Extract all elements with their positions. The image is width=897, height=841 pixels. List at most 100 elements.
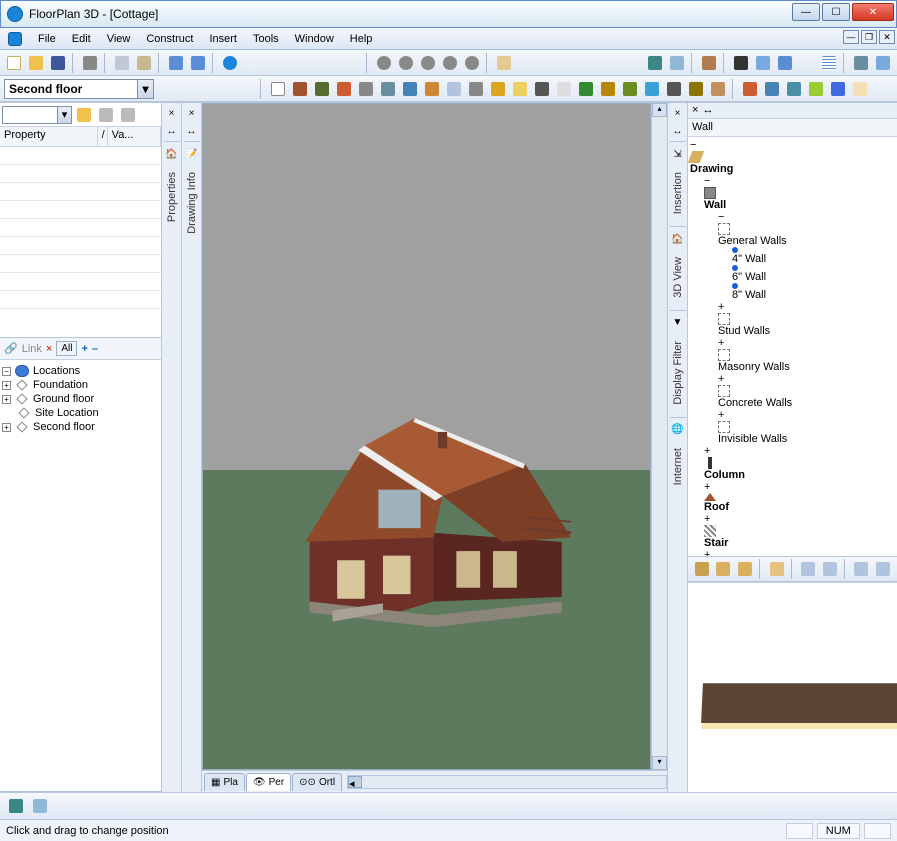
3d-viewport[interactable] xyxy=(202,103,651,770)
tree-roof[interactable]: Roof xyxy=(704,501,729,513)
copy-button[interactable] xyxy=(112,53,132,73)
estimate-button[interactable] xyxy=(850,79,870,99)
mdi-restore-button[interactable]: ❐ xyxy=(861,30,877,44)
expand-toggle[interactable]: + xyxy=(704,445,895,457)
expand-toggle[interactable]: + xyxy=(2,381,11,390)
menu-insert[interactable]: Insert xyxy=(201,31,245,47)
locations-item[interactable]: Ground floor xyxy=(33,393,94,405)
menu-construct[interactable]: Construct xyxy=(138,31,201,47)
expand-toggle[interactable]: + xyxy=(2,423,11,432)
symbol-tool[interactable] xyxy=(598,79,618,99)
zoom-previous-button[interactable] xyxy=(462,53,482,73)
expand-toggle[interactable]: + xyxy=(718,337,895,349)
save-button[interactable] xyxy=(48,53,68,73)
panel-close-icon[interactable]: × xyxy=(692,104,698,117)
measure-button[interactable] xyxy=(30,796,50,816)
expand-toggle[interactable]: − xyxy=(718,211,895,223)
locations-root[interactable]: Locations xyxy=(33,365,80,377)
locations-item[interactable]: Foundation xyxy=(33,379,88,391)
material-button[interactable] xyxy=(784,79,804,99)
decorate-button[interactable] xyxy=(806,79,826,99)
locations-add-button[interactable]: + xyxy=(81,343,87,355)
wall-tool[interactable] xyxy=(290,79,310,99)
display-filter-tab[interactable]: Display Filter xyxy=(672,331,684,415)
paste-button[interactable] xyxy=(134,53,154,73)
road-tool[interactable] xyxy=(664,79,684,99)
mdi-system-icon[interactable] xyxy=(8,32,22,46)
render-button[interactable] xyxy=(699,53,719,73)
help-button[interactable] xyxy=(220,53,240,73)
expand-toggle[interactable]: + xyxy=(2,395,11,404)
3dview-icon[interactable]: 🏠 xyxy=(670,231,686,247)
mdi-minimize-button[interactable]: — xyxy=(843,30,859,44)
3dview-tab[interactable]: 3D View xyxy=(672,247,684,308)
3d-view-button[interactable] xyxy=(645,53,665,73)
camera-tool[interactable] xyxy=(532,79,552,99)
expand-toggle[interactable]: + xyxy=(704,549,895,556)
tree-stair[interactable]: Stair xyxy=(704,537,728,549)
auto-roof-button[interactable] xyxy=(740,79,760,99)
menu-view[interactable]: View xyxy=(99,31,139,47)
tab-perspective[interactable]: 👁Per xyxy=(246,773,291,791)
horizontal-scrollbar[interactable]: ◂ xyxy=(347,775,667,789)
furniture-tool[interactable] xyxy=(378,79,398,99)
locations-remove-button[interactable]: – xyxy=(92,343,98,355)
drawing-info-tab[interactable]: Drawing Info xyxy=(186,162,198,244)
panel-close-icon[interactable]: × xyxy=(164,105,180,121)
panel-expand-icon[interactable]: ↔ xyxy=(184,123,200,139)
scroll-down-button[interactable]: ▾ xyxy=(652,756,667,770)
tree-wall-8[interactable]: 8" Wall xyxy=(732,289,766,301)
locations-item[interactable]: Site Location xyxy=(35,407,99,419)
house-wizard-button[interactable] xyxy=(762,79,782,99)
locations-item[interactable]: Second floor xyxy=(33,421,95,433)
zoom-extents-button[interactable] xyxy=(440,53,460,73)
locations-tree[interactable]: −Locations +Foundation +Ground floor Sit… xyxy=(0,360,161,791)
insert-btn-4[interactable] xyxy=(767,559,787,579)
tree-wall-4[interactable]: 4" Wall xyxy=(732,253,766,265)
terrain-tool[interactable] xyxy=(620,79,640,99)
roof-tool[interactable] xyxy=(334,79,354,99)
property-grid[interactable] xyxy=(0,147,161,337)
appliance-tool[interactable] xyxy=(444,79,464,99)
zoom-out-button[interactable] xyxy=(396,53,416,73)
menu-window[interactable]: Window xyxy=(287,31,342,47)
insertion-tree[interactable]: −Drawing −Wall −General Walls 4" Wall 6"… xyxy=(688,137,897,556)
stair-tool[interactable] xyxy=(356,79,376,99)
expand-toggle[interactable]: − xyxy=(704,175,895,187)
column-tool[interactable] xyxy=(312,79,332,99)
tree-invisible-walls[interactable]: Invisible Walls xyxy=(718,433,787,445)
view-cube-button[interactable] xyxy=(6,796,26,816)
property-col-name[interactable]: Property xyxy=(0,127,98,146)
menu-tools[interactable]: Tools xyxy=(245,31,287,47)
path-tool[interactable] xyxy=(708,79,728,99)
insert-btn-8[interactable] xyxy=(873,559,893,579)
panel-expand-icon[interactable]: ↔ xyxy=(670,123,686,139)
tab-ortho[interactable]: ⊙⊙Ortl xyxy=(292,773,342,791)
tree-concrete-walls[interactable]: Concrete Walls xyxy=(718,397,792,409)
edit-mode-button[interactable] xyxy=(731,53,751,73)
property-btn2[interactable] xyxy=(96,105,116,125)
home-icon[interactable]: 🏠 xyxy=(164,146,180,162)
tree-masonry-walls[interactable]: Masonry Walls xyxy=(718,361,790,373)
property-grid-header[interactable]: Property / Va... xyxy=(0,127,161,147)
mdi-close-button[interactable]: ✕ xyxy=(879,30,895,44)
tree-column[interactable]: Column xyxy=(704,469,745,481)
select-tool[interactable] xyxy=(268,79,288,99)
window-maximize-button[interactable]: ☐ xyxy=(822,3,850,21)
insert-btn-1[interactable] xyxy=(692,559,712,579)
electrical-tool[interactable] xyxy=(488,79,508,99)
locations-link-label[interactable]: Link xyxy=(22,343,42,355)
panel-expand-icon[interactable]: ↔ xyxy=(702,104,713,117)
redo-button[interactable] xyxy=(188,53,208,73)
vertical-scrollbar[interactable]: ▴ ▾ xyxy=(651,103,667,770)
insert-btn-5[interactable] xyxy=(798,559,818,579)
lighting-tool[interactable] xyxy=(510,79,530,99)
property-btn3[interactable] xyxy=(118,105,138,125)
expand-toggle[interactable]: + xyxy=(704,513,895,525)
swimming-pool-tool[interactable] xyxy=(642,79,662,99)
house-model[interactable] xyxy=(283,409,593,629)
scroll-up-button[interactable]: ▴ xyxy=(652,103,667,117)
tree-drawing[interactable]: Drawing xyxy=(690,163,733,175)
insertion-icon[interactable]: ⇲ xyxy=(670,146,686,162)
expand-toggle[interactable]: + xyxy=(718,409,895,421)
